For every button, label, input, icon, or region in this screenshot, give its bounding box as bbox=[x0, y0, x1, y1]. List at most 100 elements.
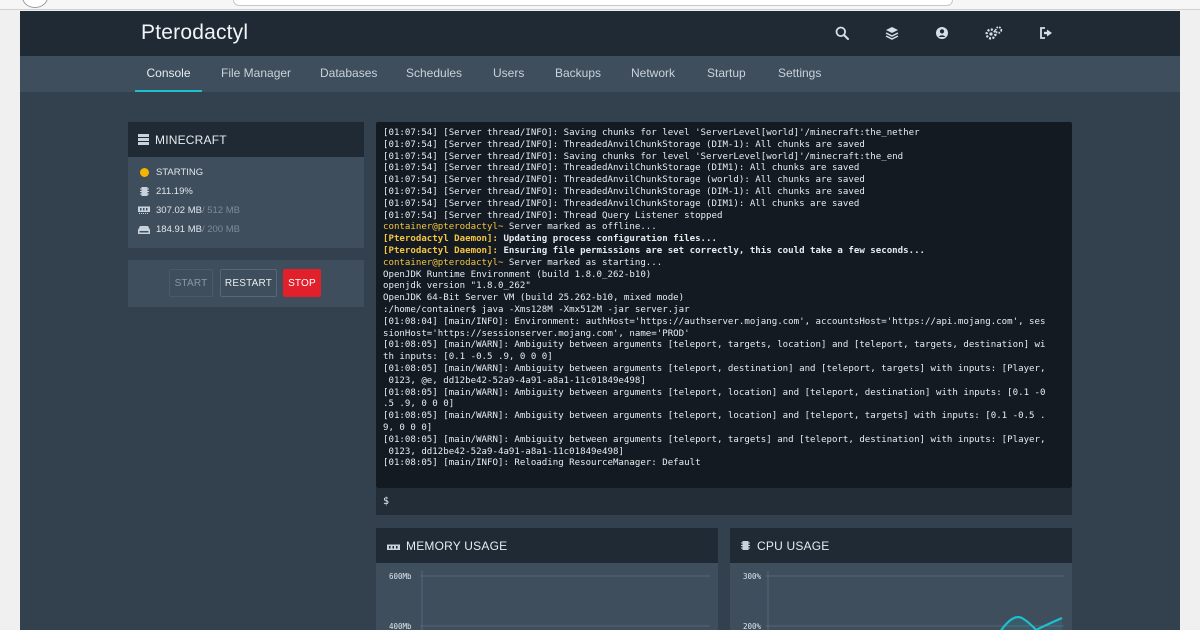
console-line-text: Updating process configuration files... bbox=[497, 234, 717, 245]
server-subnav: Console File Manager Databases Schedules… bbox=[20, 56, 1180, 92]
server-info-body: STARTING 211.19% 307.02 MB / 512 MB 184.… bbox=[128, 157, 364, 248]
console-line: [01:07:54] [Server thread/INFO]: Threade… bbox=[383, 187, 1067, 199]
restart-button[interactable]: RESTART bbox=[220, 269, 277, 297]
tab-settings[interactable]: Settings bbox=[778, 56, 821, 92]
memory-chart-header: MEMORY USAGE bbox=[376, 528, 718, 563]
console-line-text: [01:08:05] [main/WARN]: Ambiguity betwee… bbox=[383, 363, 1046, 374]
logout-icon[interactable] bbox=[1036, 23, 1056, 43]
disk-stat: 184.91 MB / 200 MB bbox=[138, 221, 240, 237]
console-line-text: [01:08:05] [main/WARN]: Ambiguity betwee… bbox=[383, 411, 1046, 422]
console-line-text: Ensuring file permissions are set correc… bbox=[497, 245, 926, 256]
console-line-text: [01:08:05] [main/INFO]: Reloading Resour… bbox=[383, 458, 701, 469]
tab-users[interactable]: Users bbox=[493, 56, 524, 92]
app-window: Pterodactyl Console File Manager Databas… bbox=[20, 11, 1180, 630]
memory-chart: 600Mb 400Mb bbox=[376, 563, 718, 630]
account-icon[interactable] bbox=[932, 23, 952, 43]
console-line-text: Server marked as offline... bbox=[503, 222, 657, 233]
browser-address-bar[interactable] bbox=[233, 0, 953, 6]
console-command-input[interactable]: $ bbox=[376, 488, 1072, 515]
console-line: [01:08:05] [main/WARN]: Ambiguity betwee… bbox=[383, 411, 1067, 423]
console-line: [Pterodactyl Daemon]: Updating process c… bbox=[383, 234, 1067, 246]
console-line: 9, 0 0 0] bbox=[383, 423, 1067, 435]
search-icon[interactable] bbox=[832, 23, 852, 43]
top-navbar: Pterodactyl bbox=[20, 11, 1180, 56]
console-line: [01:08:04] [main/INFO]: Environment: aut… bbox=[383, 317, 1067, 329]
memory-stat: 307.02 MB / 512 MB bbox=[138, 202, 240, 218]
tab-network[interactable]: Network bbox=[631, 56, 675, 92]
tab-databases[interactable]: Databases bbox=[320, 56, 377, 92]
console-line: 0123, @e, dd12be42-52a9-4a91-a8a1-11c018… bbox=[383, 376, 1067, 388]
tab-console[interactable]: Console bbox=[135, 56, 202, 92]
console-line-text: Server marked as starting... bbox=[503, 257, 663, 268]
console-line-text: [01:07:54] [Server thread/INFO]: Threade… bbox=[383, 163, 860, 174]
console-line: [01:08:05] [main/WARN]: Ambiguity betwee… bbox=[383, 388, 1067, 400]
cpu-chart: 300% 200% bbox=[730, 563, 1072, 630]
console-line: OpenJDK Runtime Environment (build 1.8.0… bbox=[383, 270, 1067, 282]
server-status: STARTING bbox=[138, 164, 203, 180]
memory-chart-title: MEMORY USAGE bbox=[406, 539, 508, 553]
disk-used: 184.91 MB bbox=[156, 223, 202, 235]
console-line: [01:07:54] [Server thread/INFO]: Threade… bbox=[383, 163, 1067, 175]
console-line-text: [01:07:54] [Server thread/INFO]: Thread … bbox=[383, 210, 723, 221]
cpu-chart-icon bbox=[741, 540, 750, 554]
console-line: [01:07:54] [Server thread/INFO]: Saving … bbox=[383, 152, 1067, 164]
console-line: sionHost='https://sessionserver.mojang.c… bbox=[383, 329, 1067, 341]
cpu-value: 211.19% bbox=[156, 185, 193, 197]
console-line: openjdk version "1.8.0_262" bbox=[383, 281, 1067, 293]
tab-startup[interactable]: Startup bbox=[707, 56, 746, 92]
server-name: MINECRAFT bbox=[155, 133, 227, 147]
cpu-icon bbox=[138, 185, 150, 197]
console-line-text: openjdk version "1.8.0_262" bbox=[383, 281, 531, 292]
tab-file-manager[interactable]: File Manager bbox=[221, 56, 291, 92]
console-line-text: 0123, dd12be42-52a9-4a91-a8a1-11c01849e4… bbox=[383, 446, 624, 457]
console-line-text: .5 .9, 0 0 0] bbox=[383, 399, 455, 410]
stop-button[interactable]: STOP bbox=[283, 269, 321, 297]
console-line: [01:08:05] [main/WARN]: Ambiguity betwee… bbox=[383, 340, 1067, 352]
console-line-text: OpenJDK 64-Bit Server VM (build 25.262-b… bbox=[383, 293, 685, 304]
console-line: [01:07:54] [Server thread/INFO]: Threade… bbox=[383, 175, 1067, 187]
memory-y-tick: 400Mb bbox=[389, 622, 412, 630]
console-line-text: th inputs: [0.1 -0.5 .9, 0 0 0] bbox=[383, 352, 553, 363]
console-line-text: [01:07:54] [Server thread/INFO]: Threade… bbox=[383, 198, 860, 209]
console-line-text: [01:08:05] [main/WARN]: Ambiguity betwee… bbox=[383, 434, 1046, 445]
console-line-text: [01:08:05] [main/WARN]: Ambiguity betwee… bbox=[383, 387, 1046, 398]
console-line-text: [01:07:54] [Server thread/INFO]: Threade… bbox=[383, 139, 865, 150]
tab-schedules[interactable]: Schedules bbox=[406, 56, 462, 92]
cpu-chart-header: CPU USAGE bbox=[730, 528, 1072, 563]
tab-backups[interactable]: Backups bbox=[555, 56, 601, 92]
disk-icon bbox=[138, 223, 150, 235]
console-line-prefix: [Pterodactyl Daemon]: bbox=[383, 234, 498, 245]
console-line: :/home/container$ java -Xms128M -Xmx512M… bbox=[383, 305, 1067, 317]
console-line: [01:07:54] [Server thread/INFO]: Saving … bbox=[383, 128, 1067, 140]
console-line: container@pterodactyl~ Server marked as … bbox=[383, 222, 1067, 234]
server-info-header: MINECRAFT bbox=[128, 122, 364, 157]
console-line: [01:08:05] [main/INFO]: Reloading Resour… bbox=[383, 458, 1067, 470]
console-line: [01:07:54] [Server thread/INFO]: Threade… bbox=[383, 140, 1067, 152]
console-line: [01:08:05] [main/WARN]: Ambiguity betwee… bbox=[383, 364, 1067, 376]
status-dot-icon bbox=[138, 166, 150, 178]
cpu-y-tick: 200% bbox=[743, 622, 762, 630]
app-title[interactable]: Pterodactyl bbox=[141, 21, 248, 45]
console-line-text: [01:08:04] [main/INFO]: Environment: aut… bbox=[383, 316, 1046, 327]
console-line-text: OpenJDK Runtime Environment (build 1.8.0… bbox=[383, 269, 652, 280]
console-output[interactable]: [01:07:54] [Server thread/INFO]: Saving … bbox=[376, 122, 1072, 488]
browser-button[interactable] bbox=[22, 0, 48, 8]
memory-icon bbox=[138, 204, 150, 216]
console-line-text: 0123, @e, dd12be42-52a9-4a91-a8a1-11c018… bbox=[383, 375, 646, 386]
console-line-text: sionHost='https://sessionserver.mojang.c… bbox=[383, 328, 690, 339]
console-line-prefix: container@pterodactyl~ bbox=[383, 257, 504, 268]
console-line-prefix: [Pterodactyl Daemon]: bbox=[383, 245, 498, 256]
start-button[interactable]: START bbox=[169, 269, 213, 297]
console-line-text: 9, 0 0 0] bbox=[383, 422, 433, 433]
power-controls: START RESTART STOP bbox=[128, 260, 364, 307]
browser-chrome bbox=[0, 0, 1200, 10]
settings-icon[interactable] bbox=[984, 23, 1004, 43]
console-line-text: [01:07:54] [Server thread/INFO]: Saving … bbox=[383, 128, 920, 138]
status-text: STARTING bbox=[156, 166, 204, 178]
layers-icon[interactable] bbox=[882, 23, 902, 43]
disk-limit: / 200 MB bbox=[201, 223, 240, 235]
memory-y-tick: 600Mb bbox=[389, 572, 412, 581]
memory-limit: / 512 MB bbox=[201, 204, 240, 216]
console-line: [01:07:54] [Server thread/INFO]: Threade… bbox=[383, 199, 1067, 211]
console-line: OpenJDK 64-Bit Server VM (build 25.262-b… bbox=[383, 293, 1067, 305]
